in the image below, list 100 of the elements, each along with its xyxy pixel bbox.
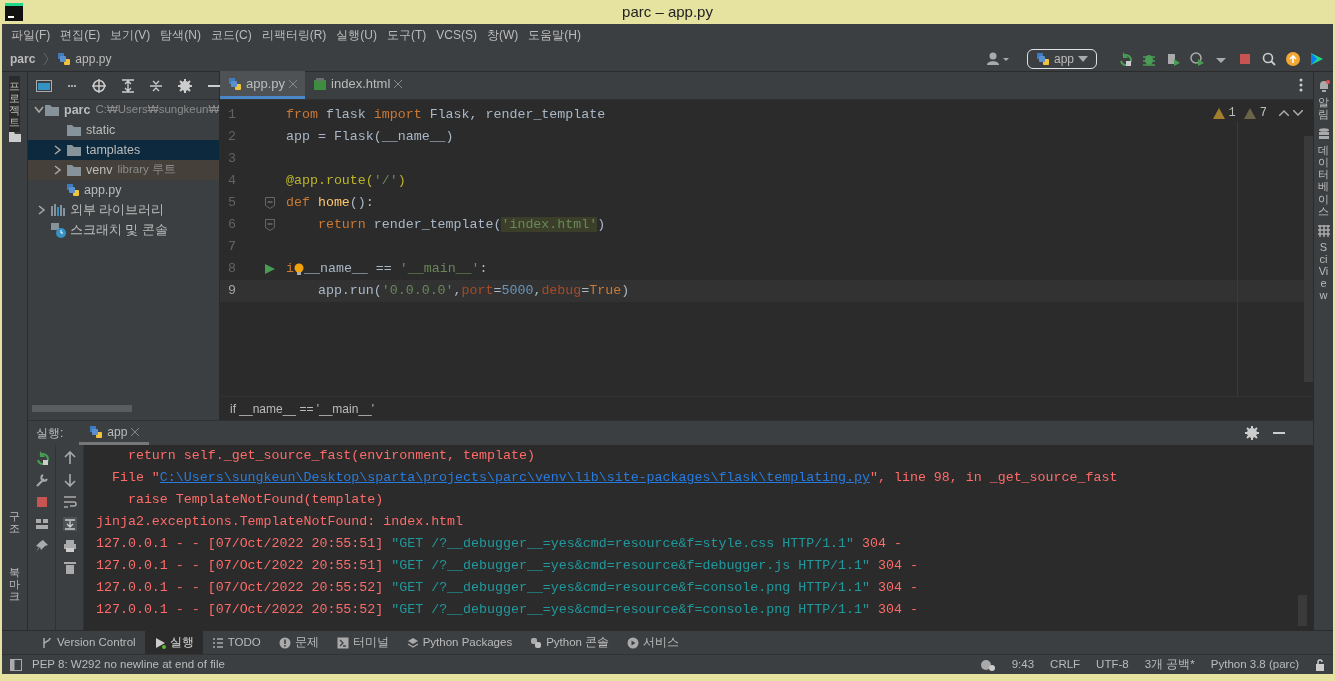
tree-item[interactable]: app.py	[28, 180, 219, 200]
line-number: 8	[227, 260, 237, 279]
ellipsis-icon[interactable]	[68, 84, 76, 87]
run-config-dropdown[interactable]: app	[1026, 48, 1097, 69]
update-icon[interactable]	[1286, 51, 1300, 66]
rerun-icon[interactable]	[34, 451, 49, 465]
expand-all-icon[interactable]	[122, 78, 134, 93]
tool-window-button[interactable]: 문제	[269, 630, 328, 655]
editor-tab[interactable]: index.html	[305, 71, 411, 99]
status-item[interactable]: 9:43	[1011, 655, 1035, 674]
line-number: 2	[227, 128, 237, 147]
arrow-up-icon[interactable]	[62, 451, 77, 465]
code-line: app = Flask(__name__)	[285, 128, 454, 147]
arrow-down-icon[interactable]	[62, 473, 77, 487]
folder-icon	[66, 143, 82, 157]
tree-item[interactable]: static	[28, 120, 219, 140]
tool-window-button[interactable]: TODO	[202, 630, 270, 655]
scroll-to-end-icon[interactable]	[62, 517, 77, 531]
close-icon[interactable]	[394, 79, 403, 88]
stop-icon[interactable]	[1238, 51, 1252, 66]
settings-icon[interactable]	[1245, 426, 1259, 440]
menu-item[interactable]: 리팩터링(R)	[256, 26, 332, 44]
breadcrumb-item[interactable]: parc	[10, 49, 36, 68]
tool-window-button[interactable]: Version Control	[32, 630, 145, 655]
terminal-icon	[336, 636, 349, 649]
menu-item[interactable]: VCS(S)	[431, 26, 482, 44]
layout-icon[interactable]	[34, 517, 49, 531]
tool-window-tab[interactable]: SciView	[1318, 240, 1329, 302]
search-icon[interactable]	[1262, 51, 1276, 66]
menu-item[interactable]: 실행(U)	[331, 26, 382, 44]
more-icon[interactable]	[1299, 78, 1303, 92]
tool-window-tab[interactable]: 프로젝트	[9, 76, 20, 133]
status-item[interactable]: Python 3.8 (parc)	[1210, 655, 1299, 674]
menu-item[interactable]: 도구(T)	[382, 26, 432, 44]
panel-toggle-icon[interactable]	[10, 658, 22, 671]
fold-icon[interactable]	[265, 197, 275, 209]
status-item[interactable]: UTF-8	[1096, 655, 1129, 674]
coverage-icon[interactable]	[1166, 51, 1180, 66]
console-line: jinja2.exceptions.TemplateNotFound: index.html	[96, 513, 465, 531]
clock-icon	[50, 222, 66, 238]
code-line: return render_template('index.html')	[316, 216, 606, 235]
wrench-icon[interactable]	[34, 473, 49, 487]
menu-item[interactable]: 도움말(H)	[523, 26, 586, 44]
grid-icon	[1317, 224, 1330, 237]
ide-logo-icon[interactable]	[1310, 51, 1324, 66]
profiler-icon[interactable]	[1190, 51, 1204, 66]
line-number: 5	[227, 194, 237, 213]
tree-item[interactable]: venv library 루트	[28, 160, 219, 180]
user-icon[interactable]	[986, 51, 1011, 66]
chevron-icon	[43, 51, 50, 66]
tool-window-tab[interactable]: 알림	[1318, 96, 1329, 121]
tool-window-button[interactable]: Python 콘솔	[521, 630, 619, 655]
app-logo-icon	[5, 3, 23, 21]
code-line: app.run('0.0.0.0',port=5000,debug=True)	[316, 282, 630, 301]
tool-window-button[interactable]: 서비스	[618, 630, 689, 655]
print-icon[interactable]	[62, 539, 77, 553]
rerun-icon[interactable]	[1118, 51, 1132, 66]
tool-window-tab[interactable]: 데이터베이스	[1318, 144, 1329, 217]
run-tab[interactable]: app	[79, 421, 150, 445]
trash-icon[interactable]	[62, 561, 77, 575]
status-item[interactable]: 3개 공백*	[1144, 655, 1195, 674]
run-icon[interactable]	[265, 264, 275, 274]
chevron-up-icon[interactable]	[1279, 110, 1289, 116]
tool-window-button[interactable]: Python Packages	[397, 630, 522, 655]
gear-icon[interactable]	[979, 658, 996, 671]
file-link[interactable]: C:\Users\sungkeun\Desktop\sparta\projects\parc\venv\lib\site-packages\flask\templating.py	[159, 470, 870, 485]
stop-icon[interactable]	[34, 495, 49, 509]
tree-item[interactable]: tamplates	[28, 140, 219, 160]
pin-icon[interactable]	[34, 539, 49, 553]
tool-window-button[interactable]: 실행	[144, 630, 203, 655]
tree-item[interactable]: parc C:₩Users₩sungkeun₩	[28, 100, 219, 120]
menu-item[interactable]: 코드(C)	[206, 26, 257, 44]
crosshair-icon[interactable]	[92, 78, 106, 93]
menu-item[interactable]: 편집(E)	[55, 26, 106, 44]
menu-item[interactable]: 파일(F)	[6, 26, 56, 44]
menu-item[interactable]: 창(W)	[482, 26, 524, 44]
tool-window-tab[interactable]: 구조	[9, 505, 20, 538]
breadcrumb-item[interactable]: app.py	[57, 49, 112, 68]
tool-window-button[interactable]: 터미널	[327, 630, 398, 655]
tool-window-tab[interactable]: 북마크	[9, 561, 20, 606]
editor-tab[interactable]: app.py	[220, 71, 306, 99]
status-item[interactable]: CRLF	[1050, 655, 1081, 674]
minimize-icon[interactable]	[208, 84, 220, 87]
menu-item[interactable]: 탐색(N)	[155, 26, 206, 44]
soft-wrap-icon[interactable]	[62, 495, 77, 509]
settings-icon[interactable]	[178, 78, 192, 93]
lock-icon[interactable]	[1315, 658, 1325, 671]
menu-item[interactable]: 보기(V)	[105, 26, 156, 44]
chevron-down-icon[interactable]	[1293, 110, 1303, 116]
lightbulb-icon[interactable]	[294, 262, 304, 275]
fold-icon[interactable]	[265, 219, 275, 231]
warning-count[interactable]: 1	[1228, 104, 1236, 122]
line-number: 9	[227, 282, 237, 301]
tree-item[interactable]: 스크래치 및 콘솔	[28, 220, 219, 240]
warning-count[interactable]: 7	[1259, 104, 1267, 122]
collapse-all-icon[interactable]	[150, 78, 162, 93]
code-line: def home():	[285, 194, 374, 213]
panel-icon[interactable]	[36, 79, 52, 92]
tree-item[interactable]: 외부 라이브러리	[28, 200, 219, 220]
close-icon[interactable]	[131, 427, 140, 436]
